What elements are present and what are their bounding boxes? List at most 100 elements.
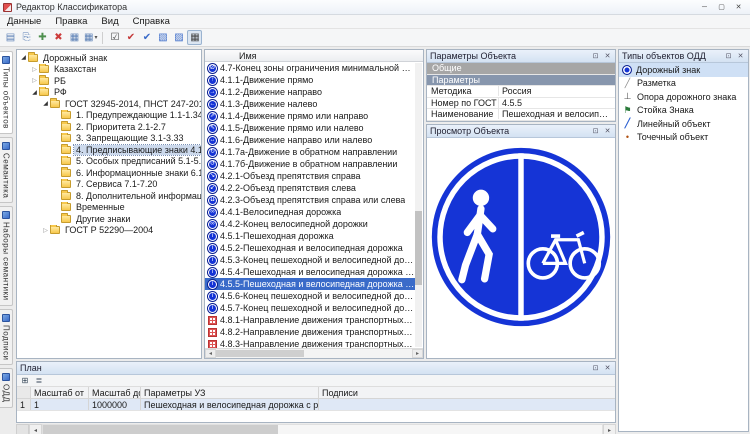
tree-item[interactable]: 8. Дополнительной информации 8.1.1-8.24 [17,190,201,202]
menu-item-help[interactable]: Справка [126,15,177,28]
list-item[interactable]: ⇖4.1.5-Движение прямо или налево [205,122,415,134]
check-box-icon[interactable]: ☑ [107,30,122,45]
tree-item[interactable]: ◢ГОСТ 32945-2014, ПНСТ 247-2017 [17,98,201,110]
tree-item[interactable]: ▷РБ [17,75,201,87]
plan-column-header[interactable]: Масштаб до [89,387,141,398]
list-item[interactable]: ↑4.1.1-Движение прямо [205,74,415,86]
odd-type-marking[interactable]: ╱Разметка [619,77,748,91]
tree-item[interactable]: 3. Запрещающие 3.1-3.33 [17,133,201,145]
bottom-horizontal-scrollbar[interactable]: ◂ ▸ [16,424,616,434]
plan-column-header[interactable]: Параметры УЗ [141,387,319,398]
odd-type-sign-post[interactable]: ⚑Стойка Знака [619,104,748,118]
tree-expander-icon[interactable]: ◢ [19,54,28,61]
side-tab-object-types[interactable]: Типы объектов [0,51,13,134]
odd-type-road-sign[interactable]: Дорожный знак [619,63,748,77]
tree-expander-icon[interactable]: ◢ [41,100,50,107]
pin-icon[interactable]: ⊡ [724,52,733,60]
property-value[interactable]: Пешеходная и велосипедная дорожка с ... [499,109,615,119]
close-button[interactable]: ✕ [730,1,747,14]
menu-item-view[interactable]: Вид [94,15,125,28]
menu-item-data[interactable]: Данные [0,15,48,28]
tree-item[interactable]: 1. Предупреждающие 1.1-1.34.3 [17,110,201,122]
list-item[interactable]: i4.5.1-Пешеходная дорожка [205,230,415,242]
tree-item[interactable]: 7. Сервиса 7.1-7.20 [17,179,201,191]
plan-labels-cell[interactable] [319,399,615,410]
tree-item[interactable]: 6. Информационные знаки 6.1-6.21.2 [17,167,201,179]
save-icon[interactable]: ▤ [3,30,18,45]
property-value[interactable]: Россия [499,86,615,96]
tree-expander-icon[interactable]: ◢ [30,89,39,96]
side-tab-odd[interactable]: ОДД [0,368,13,407]
plan-column-header[interactable]: Масштаб от [31,387,89,398]
property-value[interactable]: 4.5.5 [499,98,615,108]
odd-type-linear-object[interactable]: ╱Линейный объект [619,117,748,131]
list-item[interactable]: i4.5.2-Пешеходная и велосипедная дорожка [205,242,415,254]
list-item[interactable]: 4.8.1-Направление движения транспортных … [205,314,415,326]
bottom-scroll-thumb[interactable] [43,425,278,434]
odd-type-point-object[interactable]: •Точечный объект [619,131,748,145]
side-tab-labels[interactable]: Подписи [0,309,13,365]
list-item[interactable]: ∞4.4.2-Конец велосипедной дорожки [205,218,415,230]
list-column-header[interactable]: Имя [205,50,423,62]
table-icon[interactable]: ▦ [67,30,82,45]
tree-item[interactable]: 5. Особых предписаний 5.1-5.34 [17,156,201,168]
list-item[interactable]: 4.8.3-Направление движения транспортных … [205,338,415,348]
list-item[interactable]: 4.8.2-Направление движения транспортных … [205,326,415,338]
menu-item-edit[interactable]: Правка [48,15,94,28]
list-item[interactable]: ↺4.1.7б-Движение в обратном направлении [205,158,415,170]
list-item[interactable]: i4.5.6-Конец пешеходной и велосипедной д… [205,290,415,302]
side-tab-semantics[interactable]: Семантика [0,137,13,203]
list-item[interactable]: ⇗4.1.4-Движение прямо или направо [205,110,415,122]
tree-item[interactable]: ◢Дорожный знак [17,52,201,64]
list-vertical-scrollbar[interactable] [415,63,422,347]
list-vertical-scrollbar-thumb[interactable] [415,211,422,285]
pin-icon[interactable]: ⊡ [591,127,600,135]
row-list-icon[interactable]: ≣ [33,375,45,386]
list-horizontal-scrollbar[interactable]: ◂ ▸ [205,348,423,358]
check-red-icon[interactable]: ✔ [123,30,138,45]
plan-scale-from-cell[interactable]: 1 [31,399,89,410]
plan-scale-to-cell[interactable]: 1000000 [89,399,141,410]
scroll-left-icon[interactable]: ◂ [205,349,216,358]
scroll-right-icon[interactable]: ▸ [603,424,616,434]
tree-expander-icon[interactable]: ▷ [30,77,39,84]
list-item[interactable]: ↙4.2.2-Объезд препятствия слева [205,182,415,194]
list-item[interactable]: i4.5.3-Конец пешеходной и велосипедной д… [205,254,415,266]
list-item[interactable]: →4.1.2-Движение направо [205,86,415,98]
pin-icon[interactable]: ⊡ [591,52,600,60]
list-item[interactable]: ∞4.4.1-Велосипедная дорожка [205,206,415,218]
plan-column-header[interactable]: Подписи [319,387,615,398]
close-icon[interactable]: ✕ [603,52,612,60]
side-tab-semantic-sets[interactable]: Наборы семантики [0,206,13,306]
view-mode-icon[interactable]: ▦▾ [83,30,98,45]
close-icon[interactable]: ✕ [603,127,612,135]
check-blue-icon[interactable]: ✔ [139,30,154,45]
add-row-icon[interactable]: ⊞ [19,375,31,386]
maximize-button[interactable]: ▢ [713,1,730,14]
scroll-left-icon[interactable]: ◂ [29,424,42,434]
close-icon[interactable]: ✕ [736,52,745,60]
copy-icon[interactable]: ⎘ [19,30,34,45]
list-hscroll-track[interactable] [216,349,412,358]
plan-row[interactable]: 111000000Пешеходная и велосипедная дорож… [17,399,615,411]
tree-item[interactable]: Временные [17,202,201,214]
tree-expander-icon[interactable]: ▷ [41,227,50,234]
tree-item[interactable]: 4. Предписывающие знаки 4.1.1-4.8.3 [17,144,201,156]
tree-item[interactable]: ▷Казахстан [17,64,201,76]
pin-icon[interactable]: ⊡ [591,364,600,372]
list-hscroll-thumb[interactable] [216,350,304,357]
property-row[interactable]: Номер по ГОСТ4.5.5 [427,98,615,110]
tree-item[interactable]: Другие знаки [17,213,201,225]
add-icon[interactable]: ✚ [35,30,50,45]
plan-params-cell[interactable]: Пешеходная и велосипедная дорожка с разд… [141,399,319,410]
panel-right-icon[interactable]: ▨ [171,30,186,45]
panel-left-icon[interactable]: ▧ [155,30,170,45]
tree-item[interactable]: ▷ГОСТ Р 52290—2004 [17,225,201,237]
list-item[interactable]: ←4.1.3-Движение налево [205,98,415,110]
tree-expander-icon[interactable]: ▷ [30,66,39,73]
list-item[interactable]: ↔4.1.6-Движение направо или налево [205,134,415,146]
list-item[interactable]: i4.5.5-Пешеходная и велосипедная дорожка… [205,278,415,290]
property-group-row[interactable]: Параметры [427,75,615,87]
property-row[interactable]: МетодикаРоссия [427,86,615,98]
minimize-button[interactable]: ─ [696,1,713,14]
